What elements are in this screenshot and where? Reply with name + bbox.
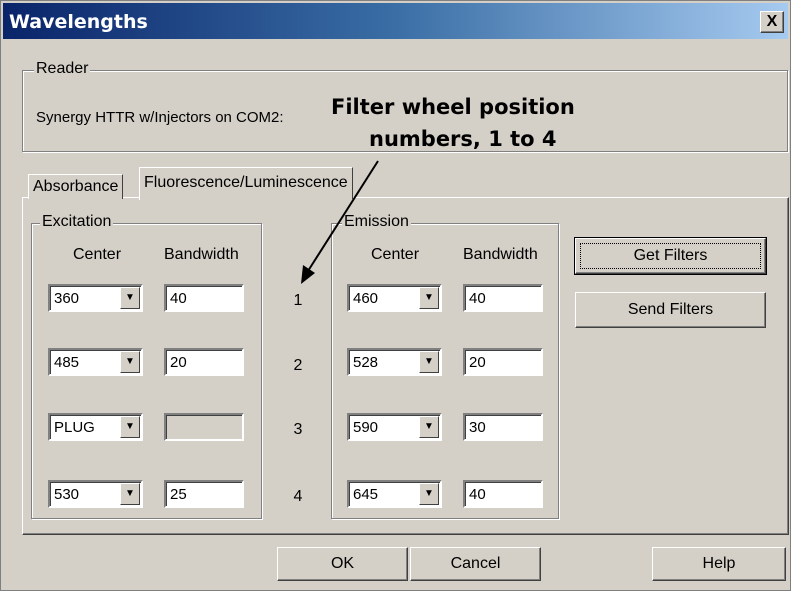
tab-fluorescence-luminescence[interactable]: Fluorescence/Luminescence (139, 167, 353, 200)
arrow-icon (301, 160, 379, 284)
tab-fluorescence-label: Fluorescence/Luminescence (144, 174, 348, 191)
wavelengths-dialog: Wavelengths X Reader Synergy HTTR w/Inje… (0, 0, 791, 591)
